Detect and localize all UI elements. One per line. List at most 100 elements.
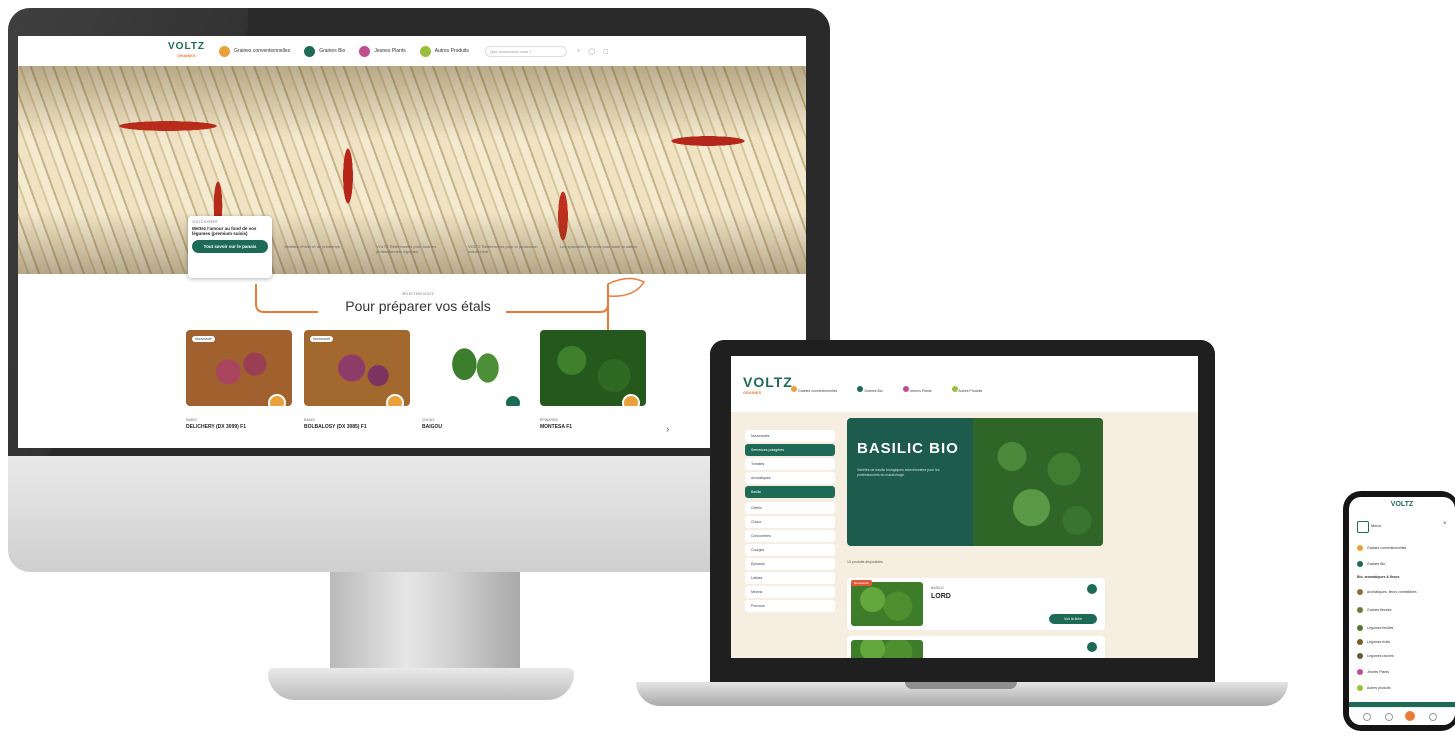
sidebar-item[interactable]: Poivrons	[745, 600, 835, 612]
sidebar-item[interactable]: Semences potagères	[745, 444, 835, 456]
product-image[interactable]	[851, 640, 923, 658]
sidebar-item[interactable]: Courges	[745, 544, 835, 556]
basil-photo	[973, 418, 1103, 546]
brand-logo-text: VOLTZ	[743, 374, 793, 390]
flower-icon	[359, 45, 371, 57]
menu-item-label: Bio, aromatiques & fleurs	[1357, 575, 1400, 579]
menu-title: Menu	[1371, 523, 1382, 528]
carrot-icon	[1357, 653, 1363, 659]
product-card[interactable]: CHOUX BAIGOU	[422, 330, 528, 430]
product-card[interactable]: ÉPINARDS MONTESA F1	[540, 330, 646, 430]
sidebar-item[interactable]: Choux	[745, 516, 835, 528]
promo-kicker: VOLTZ EXPERT	[192, 220, 218, 224]
menu-item-label: Légumes feuilles	[1367, 626, 1394, 630]
menu-item[interactable]: Légumes feuilles	[1357, 625, 1393, 631]
add-to-list-icon[interactable]	[504, 394, 522, 406]
nav-label: Graines Bio	[319, 48, 346, 54]
leaf-icon	[304, 45, 316, 57]
hero-shade	[18, 66, 806, 274]
add-to-list-icon[interactable]	[386, 394, 404, 406]
sidebar-item[interactable]: Basilic	[745, 486, 835, 498]
menu-item[interactable]: Légumes fruits	[1357, 639, 1390, 645]
brand-logo[interactable]: VOLTZ	[1349, 501, 1455, 508]
sprout-icon	[1357, 685, 1363, 691]
chevron-right-icon[interactable]: ›	[666, 424, 669, 435]
nav-item-conventionnelles[interactable]: Graines conventionnelles	[219, 45, 291, 57]
search-icon[interactable]: ⌕	[577, 48, 580, 55]
search-icon[interactable]	[1385, 713, 1393, 721]
imac-chin	[8, 456, 830, 572]
menu-item[interactable]: Graines Bio	[1357, 561, 1385, 567]
add-to-list-icon[interactable]	[268, 394, 286, 406]
sidebar-item[interactable]: Laitues	[745, 572, 835, 584]
product-image[interactable]: Nouveauté	[186, 330, 292, 406]
info-cell: Variétés d'hiver et de printemps	[284, 244, 340, 249]
menu-item[interactable]: Jeunes Plants	[1357, 669, 1389, 675]
info-cell: Les spécialités du mois pour toute la sa…	[560, 244, 638, 249]
nav-item[interactable]: Graines conventionnelles	[791, 386, 837, 393]
search-input[interactable]: Que recherchez-vous ?	[484, 45, 567, 57]
add-to-list-icon[interactable]	[622, 394, 640, 406]
promo-card: VOLTZ EXPERT Mettez l'amour au fond de v…	[188, 216, 272, 278]
seed-icon	[1357, 545, 1363, 551]
sidebar-item[interactable]: Épinards	[745, 558, 835, 570]
product-image[interactable]	[422, 330, 528, 406]
product-badge: Nouveauté	[192, 336, 215, 342]
product-name[interactable]: MONTESA F1	[540, 424, 646, 430]
home-icon[interactable]	[1363, 713, 1371, 721]
add-to-list-icon[interactable]	[1087, 584, 1097, 594]
product-image[interactable]	[540, 330, 646, 406]
sidebar-item[interactable]: Nouveautés	[745, 430, 835, 442]
menu-item[interactable]: Autres produits	[1357, 685, 1391, 691]
sidebar-item[interactable]: Concombres	[745, 530, 835, 542]
phone-tab-bar	[1349, 707, 1455, 725]
nav-label: Autres Produits	[958, 389, 983, 393]
cart-icon[interactable]	[1405, 711, 1415, 721]
nav-item-jeunes-plants[interactable]: Jeunes Plants	[359, 45, 406, 57]
add-to-list-icon[interactable]	[1087, 642, 1097, 652]
product-name[interactable]: DELICHERY (DX 3099) F1	[186, 424, 292, 430]
menu-item[interactable]: Légumes racines	[1357, 653, 1394, 659]
info-cell: VOLTZ Référencées pour la production mar…	[468, 244, 538, 254]
user-icon[interactable]: ◯	[588, 48, 595, 55]
product-listing[interactable]	[847, 636, 1105, 658]
user-icon[interactable]	[1429, 713, 1437, 721]
imac-stand-base	[268, 668, 574, 700]
nav-item-bio[interactable]: Graines Bio	[304, 45, 346, 57]
leaf-icon	[857, 386, 864, 392]
product-card[interactable]: Nouveauté RADIS DELICHERY (DX 3099) F1	[186, 330, 292, 430]
product-name[interactable]: BOLBALOSY (DX 3085) F1	[304, 424, 410, 430]
menu-item[interactable]: Bio, aromatiques & fleurs	[1357, 575, 1399, 579]
laptop-screen: VOLTZ GRAINES Graines conventionnelles G…	[731, 356, 1198, 658]
sidebar-item[interactable]: Melons	[745, 586, 835, 598]
product-name[interactable]: BAIGOU	[422, 424, 528, 430]
cart-icon[interactable]: ▢	[603, 48, 609, 55]
product-name[interactable]: LORD	[931, 593, 951, 600]
brand-logo[interactable]: VOLTZ GRAINES	[743, 374, 793, 395]
menu-icon[interactable]	[1357, 521, 1369, 533]
phone-screen: VOLTZ Menu × Graines conventionnelles Gr…	[1349, 497, 1455, 725]
menu-item[interactable]: Graines conventionnelles	[1357, 545, 1406, 551]
sidebar-item[interactable]: Tomates	[745, 458, 835, 470]
product-card[interactable]: Nouveauté RADIS BOLBALOSY (DX 3085) F1	[304, 330, 410, 430]
sprout-icon	[951, 386, 958, 392]
product-image[interactable]	[851, 582, 923, 626]
brand-logo[interactable]: VOLTZ GRAINES	[168, 42, 205, 60]
nav-label: Graines conventionnelles	[797, 389, 838, 393]
nav-item[interactable]: Graines Bio	[857, 386, 883, 393]
menu-item[interactable]: Aromatiques, fleurs comestibles	[1357, 589, 1417, 595]
nav-item-autres[interactable]: Autres Produits	[419, 45, 469, 57]
sidebar-item[interactable]: Aromatiques	[745, 472, 835, 484]
product-image[interactable]: Nouveauté	[304, 330, 410, 406]
menu-item[interactable]: Graines fleuries	[1357, 607, 1392, 613]
sidebar-item[interactable]: Céleris	[745, 502, 835, 514]
nav-item[interactable]: Jeunes Plants	[902, 386, 932, 393]
nav-item[interactable]: Autres Produits	[951, 386, 983, 393]
category-banner: BASILIC BIO Variétés de basilic biologiq…	[847, 418, 1103, 546]
desktop-screen: VOLTZ GRAINES Graines conventionnelles G…	[18, 36, 806, 448]
view-product-button[interactable]: Voir la fiche	[1049, 614, 1097, 624]
close-icon[interactable]: ×	[1443, 521, 1447, 527]
nav-label: Graines conventionnelles	[234, 48, 291, 54]
section-label: SÉLECTION VOLTZ	[402, 292, 434, 296]
promo-button[interactable]: Tout savoir sur le panais	[192, 240, 268, 253]
